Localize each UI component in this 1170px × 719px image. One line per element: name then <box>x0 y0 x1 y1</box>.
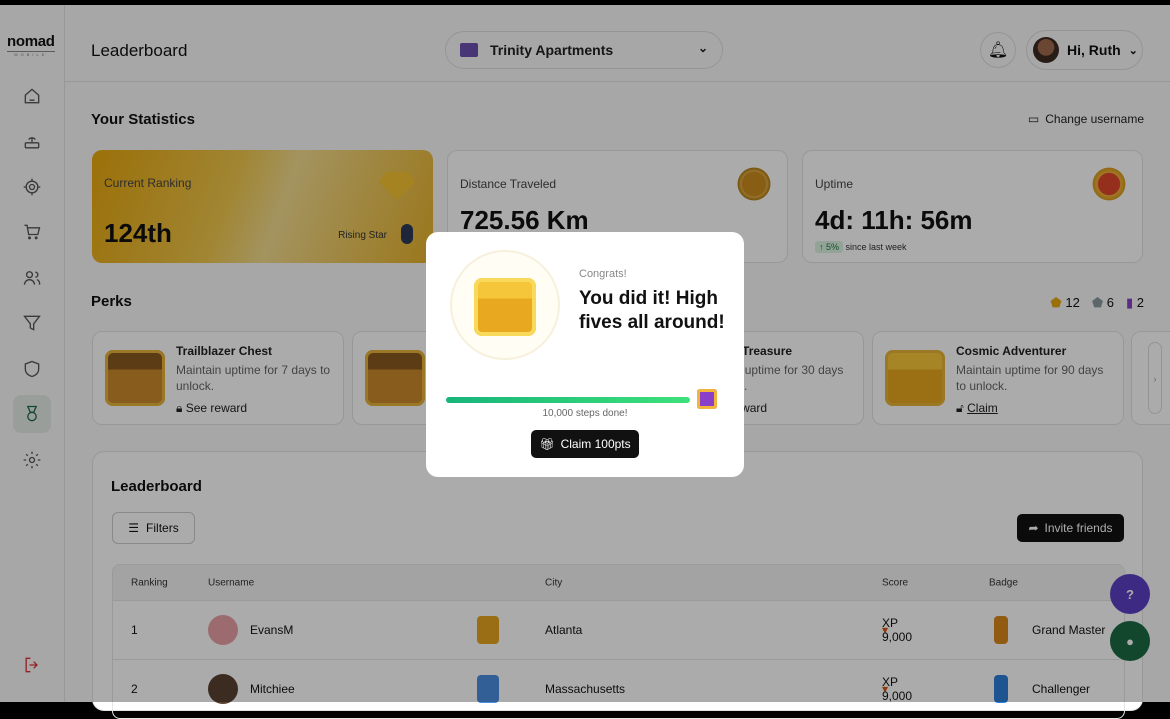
reward-box-icon <box>697 389 717 409</box>
claim-button[interactable]: 🎁︎ Claim 100pts <box>531 430 639 458</box>
modal-title: You did it! High fives all around! <box>579 288 725 333</box>
gift-icon: 🎁︎ <box>539 437 555 451</box>
progress-label: 10,000 steps done! <box>542 408 628 419</box>
modal-subtitle: Congrats! <box>579 268 627 280</box>
treasure-chest-image <box>452 252 558 358</box>
progress-bar <box>446 397 690 403</box>
congrats-modal: Congrats! You did it! High fives all aro… <box>426 232 744 477</box>
